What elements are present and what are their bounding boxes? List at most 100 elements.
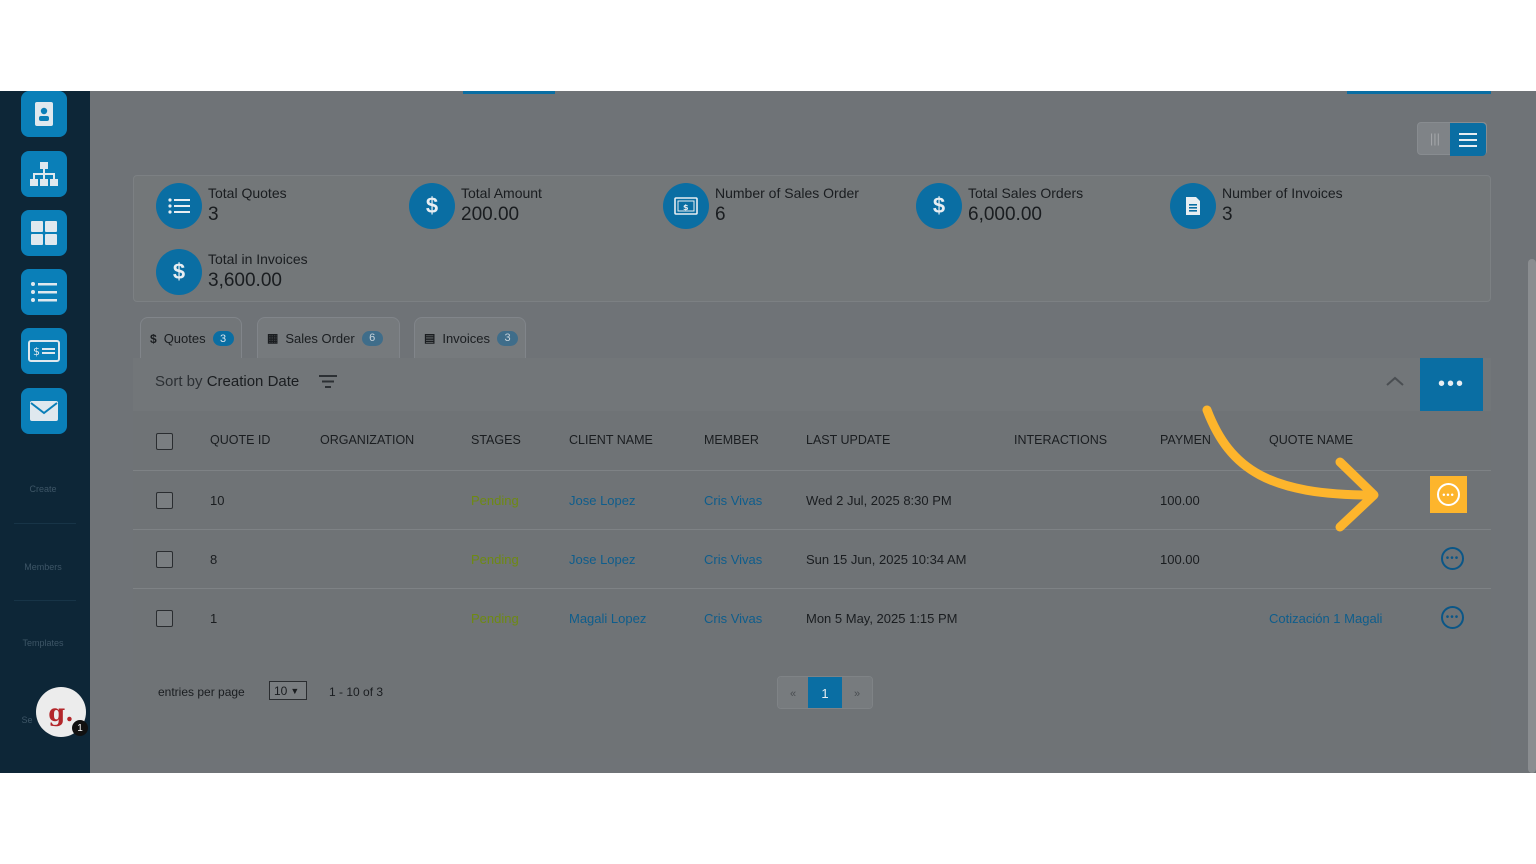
tab-invoices[interactable]: ▤ Invoices 3 <box>414 317 526 359</box>
cell-last-update: Wed 2 Jul, 2025 8:30 PM <box>806 493 952 508</box>
stat-value: 3 <box>208 204 219 225</box>
column-header[interactable]: ORGANIZATION <box>320 433 414 447</box>
cell-last-update: Sun 15 Jun, 2025 10:34 AM <box>806 552 967 567</box>
entries-per-page-label: entries per page <box>158 685 245 699</box>
notification-badge: 1 <box>72 720 88 736</box>
cell-quote-id: 8 <box>210 552 218 567</box>
stat-label: Total Amount <box>461 185 542 201</box>
client-link[interactable]: Jose Lopez <box>569 493 636 508</box>
top-button-edge <box>1347 91 1491 94</box>
view-toggle: ||| <box>1417 122 1487 156</box>
member-link[interactable]: Cris Vivas <box>704 611 762 626</box>
table-footer: entries per page 10 ▼ 1 - 10 of 3 « 1 » <box>133 670 1491 710</box>
active-tab-indicator <box>463 91 555 94</box>
invoice-icon: ▤ <box>424 331 436 345</box>
dollar-icon: $ <box>150 331 157 346</box>
grid-icon[interactable] <box>21 210 67 256</box>
select-all-checkbox[interactable] <box>156 433 173 450</box>
list-view-icon[interactable] <box>1450 123 1486 156</box>
cell-last-update: Mon 5 May, 2025 1:15 PM <box>806 611 958 626</box>
chevron-up-icon[interactable] <box>1385 374 1405 392</box>
tab-label: Sales Order <box>285 330 355 346</box>
tab-count-badge: 3 <box>212 331 234 346</box>
stats-panel: Total Quotes 3 $ Total Amount 200.00 $ Num… <box>133 175 1491 302</box>
stat-label: Total in Invoices <box>208 251 308 267</box>
tab-quotes[interactable]: $ Quotes 3 <box>140 317 242 359</box>
row-actions-icon[interactable]: ••• <box>1441 547 1464 570</box>
pager-prev-button[interactable]: « <box>778 677 808 708</box>
stat-number-invoices: Number of Invoices 3 <box>1170 183 1343 229</box>
svg-text:$: $ <box>683 203 689 212</box>
stat-number-sales-order: $ Number of Sales Order 6 <box>663 183 859 229</box>
sidebar-divider <box>14 600 76 601</box>
org-chart-icon[interactable] <box>21 151 67 197</box>
chevron-down-icon: ▼ <box>290 685 300 696</box>
row-checkbox[interactable] <box>156 492 173 509</box>
column-header[interactable]: MEMBER <box>704 433 759 447</box>
stat-value: 3,600.00 <box>208 270 282 291</box>
stat-label: Total Quotes <box>208 185 287 201</box>
sort-control[interactable]: Sort by Creation Date <box>155 373 299 390</box>
quote-name-link[interactable]: Cotización 1 Magali <box>1269 611 1382 626</box>
sidebar-label-create[interactable]: Create <box>0 484 86 494</box>
tab-label: Quotes <box>163 331 206 346</box>
cell-quote-id: 1 <box>210 611 218 626</box>
kanban-view-icon[interactable]: ||| <box>1418 123 1452 154</box>
stat-value: 200.00 <box>461 204 520 225</box>
stat-total-in-invoices: $ Total in Invoices 3,600.00 <box>156 249 308 295</box>
pagination-range: 1 - 10 of 3 <box>329 685 384 699</box>
stat-total-quotes: Total Quotes 3 <box>156 183 287 229</box>
tab-count-badge: 3 <box>497 330 519 346</box>
cell-stage: Pending <box>471 493 519 508</box>
member-link[interactable]: Cris Vivas <box>704 552 762 567</box>
pagination: « 1 » <box>777 676 873 709</box>
tab-count-badge: 6 <box>361 330 383 346</box>
highlighted-row-actions[interactable]: ••• <box>1430 476 1467 513</box>
client-link[interactable]: Jose Lopez <box>569 552 636 567</box>
sidebar-label-templates[interactable]: Templates <box>0 638 86 648</box>
row-checkbox[interactable] <box>156 551 173 568</box>
column-header[interactable]: LAST UPDATE <box>806 433 890 447</box>
sidebar-label-members[interactable]: Members <box>0 562 86 572</box>
column-header[interactable]: QUOTE ID <box>210 433 270 447</box>
row-actions-icon[interactable]: ••• <box>1441 606 1464 629</box>
column-header[interactable]: INTERACTIONS <box>1014 433 1107 447</box>
sort-prefix: Sort by <box>155 373 203 390</box>
cell-payment: 100.00 <box>1160 552 1200 567</box>
cell-stage: Pending <box>471 611 519 626</box>
entries-per-page-select[interactable]: 10 ▼ <box>269 681 307 700</box>
sales-order-icon: ▦ <box>267 331 279 345</box>
billing-icon[interactable]: $ <box>21 328 67 374</box>
column-header[interactable]: STAGES <box>471 433 521 447</box>
stat-label: Total Sales Orders <box>968 185 1084 201</box>
sidebar-divider <box>14 523 76 524</box>
tutorial-arrow-icon <box>1202 405 1379 532</box>
list-icon[interactable] <box>21 269 67 315</box>
mail-icon[interactable] <box>21 388 67 434</box>
pager-page-button[interactable]: 1 <box>808 677 842 708</box>
table-row[interactable]: 1 Pending Magali Lopez Cris Vivas Mon 5 … <box>133 589 1491 648</box>
sidebar: $ Create Members Templates Se g. 1 <box>0 91 90 773</box>
member-link[interactable]: Cris Vivas <box>704 493 762 508</box>
stat-value: 6,000.00 <box>968 204 1042 225</box>
tab-sales-order[interactable]: ▦ Sales Order 6 <box>257 317 400 359</box>
page-scrollbar[interactable] <box>1528 259 1536 773</box>
column-header[interactable]: CLIENT NAME <box>569 433 653 447</box>
invoice-icon <box>1170 183 1216 229</box>
row-actions-icon: ••• <box>1437 483 1460 506</box>
entries-per-page-value: 10 <box>274 683 288 698</box>
dollar-icon: $ <box>916 183 962 229</box>
sort-icon[interactable] <box>319 375 337 393</box>
stat-value: 3 <box>1222 204 1233 225</box>
stat-total-amount: $ Total Amount 200.00 <box>409 183 542 229</box>
contact-card-icon[interactable] <box>21 91 67 137</box>
stat-label: Number of Sales Order <box>715 185 859 201</box>
pager-next-button[interactable]: » <box>842 677 872 708</box>
row-checkbox[interactable] <box>156 610 173 627</box>
stat-value: 6 <box>715 204 726 225</box>
more-options-button[interactable]: ••• <box>1420 358 1483 411</box>
stat-label: Number of Invoices <box>1222 185 1343 201</box>
avatar-letter: g. <box>48 697 74 727</box>
client-link[interactable]: Magali Lopez <box>569 611 646 626</box>
list-icon <box>156 183 202 229</box>
